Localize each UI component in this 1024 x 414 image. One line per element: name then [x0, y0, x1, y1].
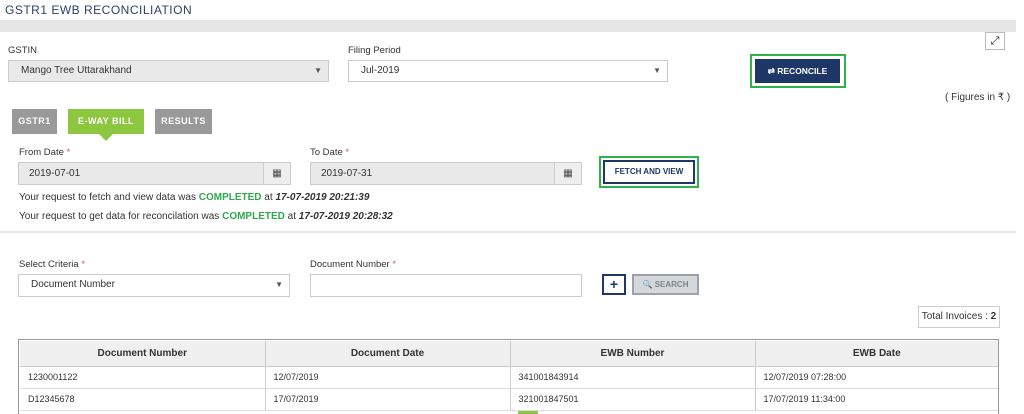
from-date-input[interactable]: 2019-07-01 — [18, 162, 264, 185]
tab-e-way-bill[interactable]: E-WAY BILL — [68, 109, 144, 141]
to-date-input[interactable]: 2019-07-31 — [310, 162, 555, 185]
calendar-icon[interactable]: ▦ — [555, 162, 582, 185]
table-cell: 12/07/2019 07:28:00 — [755, 366, 998, 389]
table-cell: 321001847501 — [510, 388, 756, 411]
filing-period-label: Filing Period — [348, 45, 401, 56]
figures-note: ( Figures in ₹ ) — [945, 92, 1011, 103]
table-cell: 341001843914 — [510, 366, 756, 389]
document-number-input[interactable] — [310, 274, 582, 297]
expand-icon[interactable]: ⤢ — [985, 32, 1005, 50]
criteria-label: Select Criteria * — [19, 259, 86, 270]
fetch-status-message: Your request to fetch and view data was … — [19, 192, 370, 203]
document-number-label: Document Number * — [310, 259, 397, 270]
table-cell: D12345678 — [20, 388, 266, 411]
to-date-label: To Date * — [310, 147, 350, 158]
table-cell: 17/07/2019 — [265, 388, 511, 411]
gstin-value: Mango Tree Uttarakhand — [21, 65, 132, 76]
tab-gstr1[interactable]: GSTR1 — [12, 109, 57, 134]
dropdown-caret-icon: ▼ — [653, 66, 661, 75]
title-bar — [0, 20, 1016, 32]
gstin-select[interactable]: Mango Tree Uttarakhand ▼ — [8, 60, 329, 82]
search-button[interactable]: 🔍 SEARCH — [632, 274, 699, 295]
gstin-label: GSTIN — [8, 45, 38, 56]
dropdown-caret-icon: ▼ — [275, 280, 283, 289]
add-button[interactable]: + — [602, 274, 626, 295]
table-header-row: Document Number Document Date EWB Number… — [20, 341, 998, 367]
criteria-value: Document Number — [31, 279, 115, 290]
invoice-table: Document Number Document Date EWB Number… — [18, 339, 999, 414]
table-cell: 12/07/2019 — [265, 366, 511, 389]
table-row[interactable]: 1230001122 12/07/2019 341001843914 12/07… — [20, 366, 998, 389]
calendar-icon[interactable]: ▦ — [264, 162, 291, 185]
table-cell: 17/07/2019 11:34:00 — [755, 388, 998, 411]
section-divider — [0, 231, 1016, 233]
column-header[interactable]: EWB Number — [509, 341, 756, 367]
total-invoices: Total Invoices : 2 — [918, 306, 1000, 328]
reconcile-button[interactable]: ⇄ RECONCILE — [755, 59, 840, 83]
criteria-select[interactable]: Document Number ▼ — [18, 274, 290, 297]
column-header[interactable]: EWB Date — [754, 341, 998, 367]
table-row[interactable]: D12345678 17/07/2019 321001847501 17/07/… — [20, 388, 998, 411]
filing-period-select[interactable]: Jul-2019 ▼ — [348, 60, 668, 82]
from-date-label: From Date * — [19, 147, 71, 158]
dropdown-caret-icon: ▼ — [314, 66, 322, 75]
tab-results[interactable]: RESULTS — [155, 109, 212, 134]
page-title: GSTR1 EWB RECONCILIATION — [5, 3, 193, 17]
reconcile-status-message: Your request to get data for reconcilati… — [19, 211, 393, 222]
column-header[interactable]: Document Date — [264, 341, 511, 367]
column-header[interactable]: Document Number — [20, 341, 266, 367]
fetch-and-view-button[interactable]: FETCH AND VIEW — [603, 160, 695, 184]
table-cell: 1230001122 — [20, 366, 266, 389]
filing-period-value: Jul-2019 — [361, 65, 400, 76]
